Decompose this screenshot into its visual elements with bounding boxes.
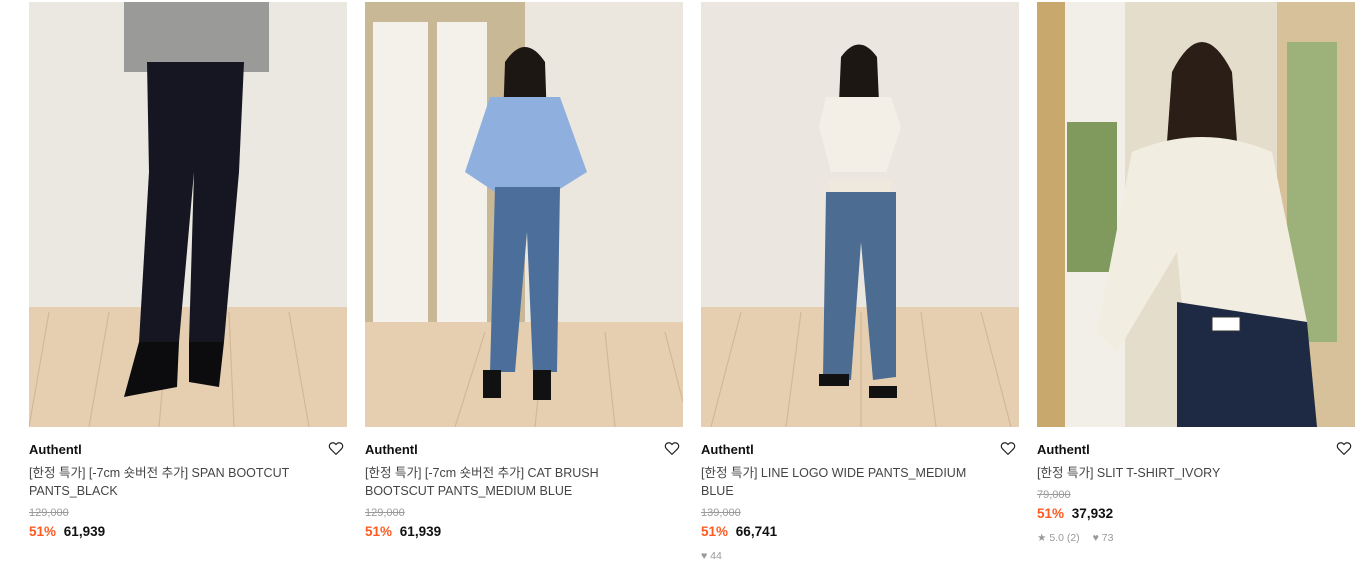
sale-price: 61,939 [399, 524, 442, 539]
product-card[interactable]: Authentl [한정 특가] [-7cm 숏버전 추가] SPAN BOOT… [29, 2, 347, 541]
sale-price: 61,939 [63, 524, 106, 539]
like-count: ♥ 44 [701, 550, 722, 562]
product-brand[interactable]: Authentl [701, 441, 1019, 459]
price-row: 51% 37,932 [1037, 505, 1355, 523]
discount-rate: 51% [701, 524, 729, 539]
sale-price: 37,932 [1071, 506, 1114, 521]
discount-rate: 51% [1037, 506, 1065, 521]
product-title[interactable]: [한정 특가] SLIT T-SHIRT_IVORY [1037, 464, 1337, 482]
product-stats: ♥ 44 [701, 549, 1019, 563]
product-card[interactable]: Authentl [한정 특가] [-7cm 숏버전 추가] CAT BRUSH… [365, 2, 683, 541]
product-image[interactable] [1037, 2, 1355, 427]
original-price: 129,000 [29, 507, 69, 519]
rating: ★ 5.0 (2) [1037, 532, 1080, 544]
product-brand[interactable]: Authentl [365, 441, 683, 459]
discount-rate: 51% [365, 524, 393, 539]
product-image[interactable] [701, 2, 1019, 427]
product-card[interactable]: Authentl [한정 특가] LINE LOGO WIDE PANTS_ME… [701, 2, 1019, 563]
heart-outline-icon[interactable] [327, 439, 345, 457]
product-brand[interactable]: Authentl [29, 441, 347, 459]
original-price: 79,000 [1037, 489, 1071, 501]
product-brand[interactable]: Authentl [1037, 441, 1355, 459]
product-stats: ★ 5.0 (2) ♥ 73 [1037, 531, 1355, 545]
original-price: 129,000 [365, 507, 405, 519]
product-image[interactable] [365, 2, 683, 427]
sale-price: 66,741 [735, 524, 778, 539]
price-row: 51% 61,939 [29, 523, 347, 541]
product-title[interactable]: [한정 특가] [-7cm 숏버전 추가] SPAN BOOTCUT PANTS… [29, 464, 329, 500]
price-row: 51% 61,939 [365, 523, 683, 541]
heart-outline-icon[interactable] [663, 439, 681, 457]
product-title[interactable]: [한정 특가] [-7cm 숏버전 추가] CAT BRUSH BOOTSCUT… [365, 464, 665, 500]
price-row: 51% 66,741 [701, 523, 1019, 541]
product-image[interactable] [29, 2, 347, 427]
original-price: 139,000 [701, 507, 741, 519]
heart-outline-icon[interactable] [999, 439, 1017, 457]
product-card[interactable]: Authentl [한정 특가] SLIT T-SHIRT_IVORY 79,0… [1037, 2, 1355, 545]
product-title[interactable]: [한정 특가] LINE LOGO WIDE PANTS_MEDIUM BLUE [701, 464, 1001, 500]
discount-rate: 51% [29, 524, 57, 539]
product-grid: Authentl [한정 특가] [-7cm 숏버전 추가] SPAN BOOT… [0, 0, 1366, 562]
heart-outline-icon[interactable] [1335, 439, 1353, 457]
like-count: ♥ 73 [1092, 532, 1114, 544]
